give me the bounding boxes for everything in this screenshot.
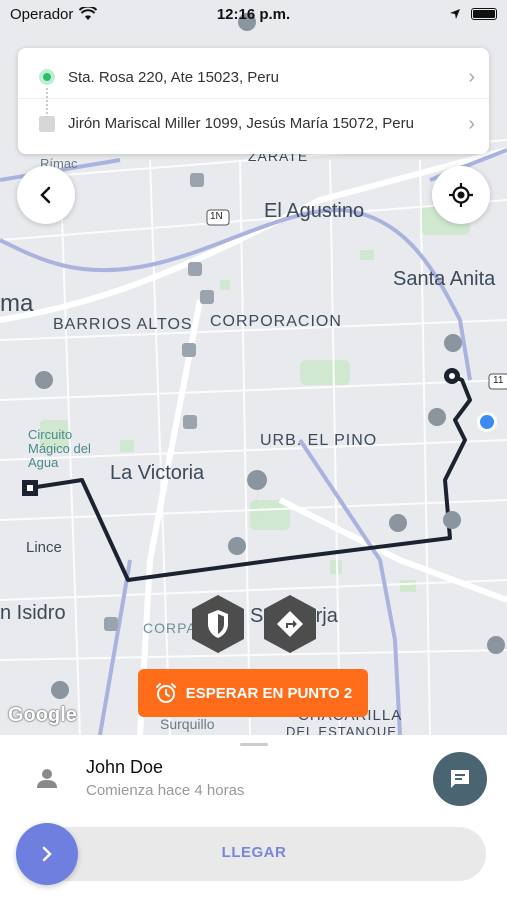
- safety-shield-button[interactable]: [190, 594, 246, 654]
- bottom-sheet: John Doe Comienza hace 4 horas LLEGAR: [0, 735, 507, 900]
- slider-label: LLEGAR: [221, 844, 287, 861]
- crosshair-icon: [449, 183, 473, 207]
- chat-button[interactable]: [433, 752, 487, 806]
- map-label-la-victoria: La Victoria: [110, 462, 205, 484]
- map-label-del-estanque: DEL ESTANQUE: [286, 724, 397, 735]
- person-icon: [37, 769, 57, 788]
- status-time: 12:16 p.m.: [216, 6, 291, 23]
- chevron-right-icon: ›: [468, 66, 475, 88]
- alarm-clock-icon: [155, 683, 176, 703]
- destination-address: Jirón Mariscal Miller 1099, Jesús María …: [68, 115, 414, 132]
- map-label-urb-el-pino: URB. EL PINO: [260, 432, 378, 449]
- map-label-circuito-magico: Circuito Mágico del Agua: [28, 427, 91, 470]
- slider-knob[interactable]: [16, 823, 78, 885]
- map-label-santa-anita: Santa Anita: [393, 268, 496, 290]
- map-label-corporacion: CORPORACION: [210, 313, 342, 330]
- navigate-button[interactable]: [262, 594, 318, 654]
- map-label-san-isidro: n Isidro: [0, 602, 66, 624]
- destination-row[interactable]: Jirón Mariscal Miller 1099, Jesús María …: [18, 98, 489, 148]
- origin-row[interactable]: Sta. Rosa 220, Ate 15023, Peru ›: [18, 52, 489, 102]
- recenter-button[interactable]: [432, 166, 490, 224]
- map-label-surquillo: Surquillo: [160, 716, 215, 732]
- passenger-name: John Doe: [86, 757, 164, 777]
- status-bar: Operador 12:16 p.m.: [0, 0, 507, 28]
- back-button[interactable]: [17, 166, 75, 224]
- chevron-left-icon: [40, 186, 51, 204]
- arrive-slider[interactable]: LLEGAR: [22, 827, 486, 881]
- map-label-corpa: CORPA: [143, 620, 197, 636]
- route-address-card: Sta. Rosa 220, Ate 15023, Peru › Jirón M…: [18, 48, 489, 154]
- wait-button-label: ESPERAR EN PUNTO 2: [185, 684, 353, 702]
- map-label-el-agustino: El Agustino: [264, 200, 365, 222]
- route-shield-1n: 1N: [210, 211, 223, 222]
- battery-icon: [471, 8, 497, 20]
- chevron-right-icon: ›: [468, 113, 475, 135]
- map-label-lince: Lince: [26, 539, 62, 556]
- map-label-barrios-altos: BARRIOS ALTOS: [53, 316, 193, 333]
- message-icon: [451, 770, 469, 788]
- map-label-lima: ma: [0, 290, 34, 317]
- sheet-drag-handle[interactable]: [240, 743, 268, 746]
- route-shield-11: 11: [493, 375, 504, 386]
- origin-address: Sta. Rosa 220, Ate 15023, Peru: [68, 68, 279, 86]
- trip-start-time: Comienza hace 4 horas: [86, 782, 245, 799]
- google-logo: Google: [8, 704, 77, 726]
- wait-at-point-button[interactable]: ESPERAR EN PUNTO 2: [138, 669, 368, 717]
- chevron-right-icon: [42, 846, 52, 862]
